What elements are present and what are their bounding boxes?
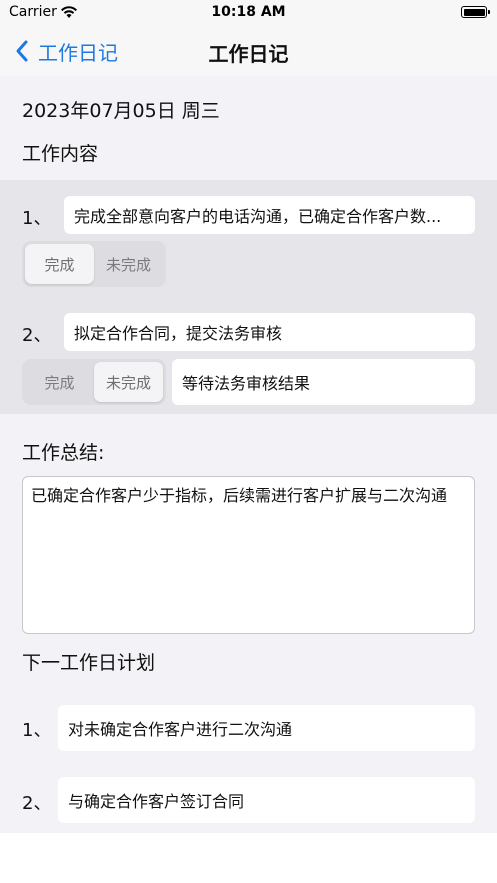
work-item-1-number: 1、 bbox=[22, 208, 52, 229]
status-bar: Carrier 10:18 AM bbox=[0, 0, 497, 26]
work-item-1-text: 完成全部意向客户的电话沟通，已确定合作客户数... bbox=[74, 207, 442, 226]
work-item-2-remark-text: 等待法务审核结果 bbox=[182, 374, 311, 393]
work-item-2-text: 拟定合作合同，提交法务审核 bbox=[74, 324, 283, 343]
next-plan-item-2-number: 2、 bbox=[22, 793, 52, 814]
summary-textarea[interactable]: 已确定合作客户少于指标，后续需进行客户扩展与二次沟通 bbox=[22, 476, 475, 634]
clock: 10:18 AM bbox=[211, 4, 286, 20]
work-item-2-input[interactable]: 拟定合作合同，提交法务审核 bbox=[64, 313, 475, 351]
work-item-1-undone-segment[interactable]: 未完成 bbox=[94, 244, 163, 284]
work-item-2-status-control: 完成 未完成 bbox=[22, 359, 166, 405]
page-title: 工作日记 bbox=[208, 42, 289, 66]
work-item-1-done-segment[interactable]: 完成 bbox=[25, 244, 94, 284]
battery-icon bbox=[461, 6, 490, 18]
next-plan-item-2-text: 与确定合作客户签订合同 bbox=[68, 792, 245, 811]
work-item-2-done-segment[interactable]: 完成 bbox=[25, 362, 94, 402]
work-content-title: 工作内容 bbox=[22, 143, 99, 165]
next-plan-title: 下一工作日计划 bbox=[22, 652, 156, 674]
summary-text: 已确定合作客户少于指标，后续需进行客户扩展与二次沟通 bbox=[31, 486, 448, 505]
next-plan-item-1-text: 对未确定合作客户进行二次沟通 bbox=[68, 720, 293, 739]
next-plan-item-1-number: 1、 bbox=[22, 720, 52, 741]
date-label: 2023年07月05日 周三 bbox=[22, 100, 220, 122]
next-plan-item-2-input[interactable]: 与确定合作客户签订合同 bbox=[58, 777, 475, 823]
work-item-1-status-control: 完成 未完成 bbox=[22, 241, 166, 287]
work-item-2-number: 2、 bbox=[22, 325, 52, 346]
bottom-area bbox=[0, 833, 497, 883]
navigation-bar: 工作日记 工作日记 bbox=[0, 26, 497, 76]
summary-title: 工作总结: bbox=[22, 442, 105, 464]
work-item-2-undone-segment[interactable]: 未完成 bbox=[94, 362, 163, 402]
next-plan-item-1-input[interactable]: 对未确定合作客户进行二次沟通 bbox=[58, 705, 475, 751]
work-item-1-input[interactable]: 完成全部意向客户的电话沟通，已确定合作客户数... bbox=[64, 196, 475, 234]
work-item-2-remark-input[interactable]: 等待法务审核结果 bbox=[172, 359, 475, 405]
